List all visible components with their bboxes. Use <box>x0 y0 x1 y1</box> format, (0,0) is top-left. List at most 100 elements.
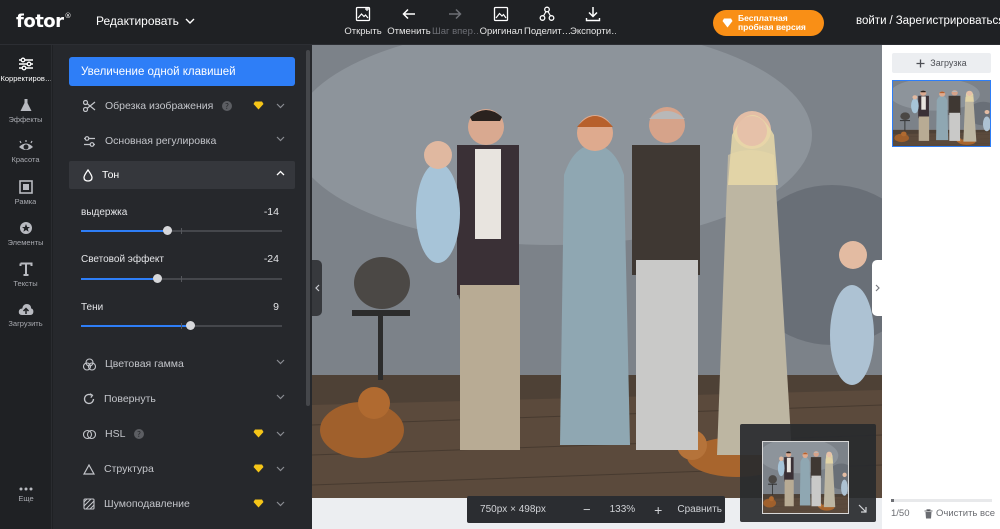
login-link[interactable]: войти <box>856 15 887 27</box>
row-hsl[interactable]: HSL ? <box>69 420 295 448</box>
premium-diamond-icon <box>253 499 264 508</box>
right-panel: Загрузка 1/50 Очистить все <box>882 45 1000 529</box>
compare-button[interactable]: Сравнить <box>677 504 722 515</box>
original-icon <box>493 6 509 22</box>
undo-button[interactable]: Отменить <box>386 6 432 37</box>
capacity-bar <box>891 499 992 502</box>
nav-adjust-label: Корректиров… <box>0 73 51 83</box>
collapse-minimap-icon[interactable] <box>858 504 867 513</box>
nav-text[interactable]: Тексты <box>0 254 51 295</box>
navigator-minimap[interactable] <box>740 424 876 522</box>
collapse-right-panel-button[interactable] <box>872 260 882 316</box>
row-denoise[interactable]: Шумоподавление <box>69 490 295 518</box>
row-color[interactable]: Цветовая гамма <box>69 350 295 378</box>
trial-line2: пробная версия <box>738 22 806 32</box>
help-icon[interactable]: ? <box>134 429 145 439</box>
row-tone[interactable]: Тон <box>69 161 295 189</box>
image-dimensions: 750px × 498px <box>480 504 546 515</box>
row-denoise-label: Шумоподавление <box>104 498 190 510</box>
chevron-down-icon <box>276 466 285 471</box>
nav-beauty-label: Красота <box>11 154 40 164</box>
toolbar: Открыть Отменить Шаг впер… Оригинал Поде… <box>340 6 616 37</box>
register-link[interactable]: Зарегистрироваться <box>896 15 1000 27</box>
premium-diamond-icon <box>253 101 264 110</box>
nav-upload[interactable]: Загрузить <box>0 295 51 336</box>
exposure-slider[interactable] <box>81 226 282 235</box>
trash-icon <box>924 508 933 518</box>
chevron-down-icon <box>276 501 285 506</box>
edit-menu-dropdown[interactable]: Редактировать <box>96 14 195 28</box>
auth-separator: / <box>889 15 893 27</box>
fotor-logo[interactable]: fotor® <box>16 11 72 32</box>
nav-upload-label: Загрузить <box>8 319 43 328</box>
nav-more[interactable]: Еще <box>0 474 52 515</box>
share-button[interactable]: Поделит… <box>524 6 570 37</box>
upload-button[interactable]: Загрузка <box>892 53 991 73</box>
row-tone-label: Тон <box>102 169 120 181</box>
row-hsl-label: HSL <box>105 428 126 440</box>
light-effect-slider[interactable] <box>81 274 282 283</box>
redo-button[interactable]: Шаг впер… <box>432 6 478 37</box>
share-icon <box>539 6 555 21</box>
nav-elements[interactable]: Элементы <box>0 213 51 254</box>
row-basic-adjust-label: Основная регулировка <box>105 135 217 147</box>
exposure-label: выдержка <box>81 207 128 218</box>
nav-text-label: Тексты <box>13 278 38 288</box>
clear-all-button[interactable]: Очистить все <box>924 508 995 519</box>
exposure-slider-knob[interactable] <box>162 226 172 235</box>
nav-frame[interactable]: Рамка <box>0 172 51 213</box>
brand-name: fotor <box>16 11 64 32</box>
chevron-up-icon <box>276 170 285 176</box>
original-button[interactable]: Оригинал <box>478 6 524 37</box>
image-count: 1/50 <box>891 508 910 519</box>
svg-text:?: ? <box>225 102 229 111</box>
minimap-viewport-frame[interactable] <box>762 441 849 514</box>
nav-effects[interactable]: Эффекты <box>0 90 51 131</box>
text-icon <box>19 262 32 276</box>
zoom-in-button[interactable]: + <box>654 502 662 518</box>
row-color-label: Цветовая гамма <box>105 358 184 370</box>
light-effect-value: -24 <box>263 253 279 265</box>
chevron-down-icon <box>276 136 285 142</box>
chevron-left-icon <box>314 284 319 292</box>
light-effect-slider-knob[interactable] <box>152 274 162 283</box>
frame-icon <box>18 179 33 194</box>
nav-adjust[interactable]: Корректиров… <box>0 49 51 90</box>
shadows-slider[interactable] <box>81 321 282 330</box>
flask-icon <box>20 98 31 111</box>
nav-frame-label: Рамка <box>14 196 37 206</box>
free-trial-button[interactable]: Бесплатная пробная версия <box>713 10 824 36</box>
row-crop[interactable]: Обрезка изображения ? <box>69 92 295 120</box>
export-button[interactable]: Экспорти… <box>570 6 616 37</box>
canvas-bottom-bar: 750px × 498px − 133% + Сравнить <box>467 496 725 523</box>
color-circles-icon <box>83 357 96 371</box>
export-label: Экспорти… <box>570 26 616 37</box>
light-effect-label: Световой эффект <box>81 254 164 265</box>
chevron-down-icon <box>276 394 285 400</box>
row-structure[interactable]: Структура <box>69 455 295 483</box>
upload-label: Загрузка <box>930 58 967 68</box>
export-icon <box>585 7 601 22</box>
help-icon[interactable]: ? <box>222 101 233 111</box>
more-dots-icon <box>19 487 33 490</box>
triangle-icon <box>83 463 95 475</box>
row-rotate-label: Повернуть <box>104 393 156 405</box>
scissors-icon <box>83 100 96 112</box>
row-basic-adjust[interactable]: Основная регулировка <box>69 127 295 155</box>
hsl-icon <box>83 429 96 439</box>
drop-icon <box>83 168 93 182</box>
row-rotate[interactable]: Повернуть <box>69 385 295 413</box>
row-structure-label: Структура <box>104 463 154 475</box>
rotate-icon <box>83 393 95 405</box>
shadows-slider-knob[interactable] <box>186 321 196 330</box>
image-thumbnail[interactable] <box>892 80 991 147</box>
premium-diamond-icon <box>253 464 264 473</box>
one-tap-enhance-button[interactable]: Увеличение одной клавишей <box>69 57 295 86</box>
zoom-out-button[interactable]: − <box>583 502 591 517</box>
open-button[interactable]: Открыть <box>340 6 386 37</box>
eye-icon <box>18 139 33 150</box>
svg-text:?: ? <box>137 430 141 439</box>
nav-beauty[interactable]: Красота <box>0 131 51 172</box>
collapse-left-panel-button[interactable] <box>312 260 322 316</box>
panel-scrollbar[interactable] <box>306 50 310 406</box>
